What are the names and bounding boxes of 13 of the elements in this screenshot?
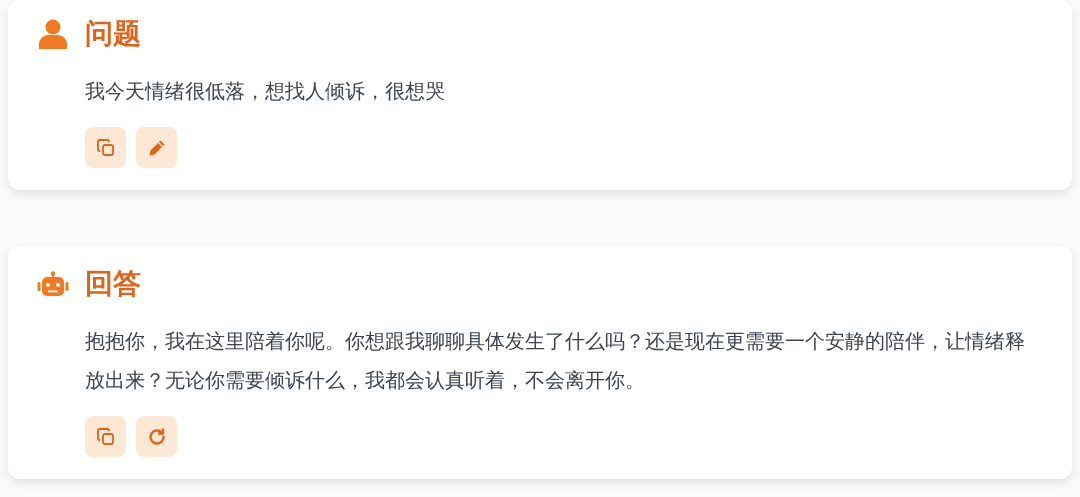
copy-button[interactable] bbox=[85, 127, 126, 168]
regenerate-button[interactable] bbox=[136, 416, 177, 457]
copy-button[interactable] bbox=[85, 416, 126, 457]
copy-icon bbox=[95, 426, 116, 447]
edit-button[interactable] bbox=[136, 127, 177, 168]
redo-icon bbox=[146, 426, 167, 447]
robot-icon bbox=[37, 271, 69, 297]
message-text: 抱抱你，我在这里陪着你呢。你想跟我聊聊具体发生了什么吗？还是现在更需要一个安静的陪伴，让情绪释放出来？无论你需要倾诉什么，我都会认真听着，不会离开你。 bbox=[85, 329, 1026, 393]
section-title: 回答 bbox=[85, 270, 141, 298]
copy-icon bbox=[95, 137, 116, 158]
message-text: 我今天情绪很低落，想找人倾诉，很想哭 bbox=[85, 79, 446, 104]
section-title: 问题 bbox=[85, 20, 141, 48]
person-icon bbox=[39, 19, 67, 49]
